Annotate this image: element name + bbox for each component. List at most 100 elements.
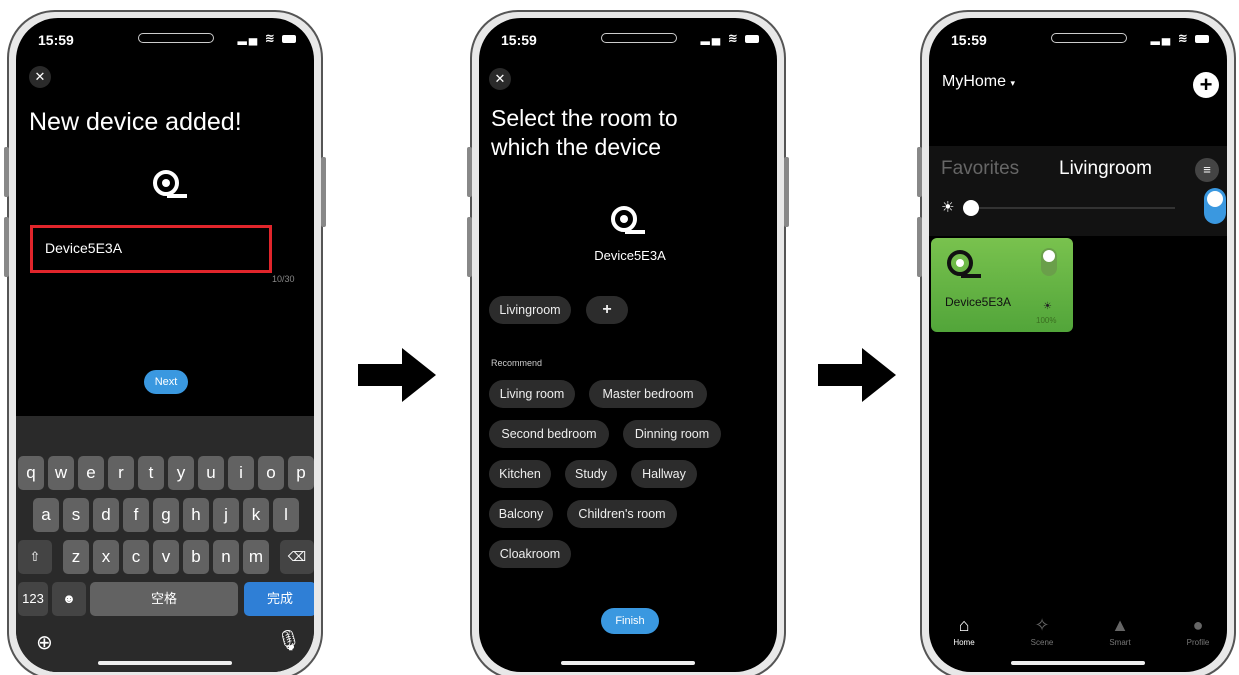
home-name: MyHome [942, 73, 1007, 90]
notch [601, 33, 677, 43]
key-d[interactable]: d [93, 498, 119, 532]
home-icon: ⌂ [958, 615, 970, 635]
scene-icon: ✧ [1034, 615, 1050, 635]
room-chip[interactable]: Kitchen [489, 460, 551, 488]
key-g[interactable]: g [153, 498, 179, 532]
globe-icon[interactable]: ⊕ [36, 630, 53, 655]
device-card[interactable]: Device5E3A ☀ 100% [931, 238, 1073, 332]
add-room-button[interactable]: + [586, 296, 628, 324]
key-q[interactable]: q [18, 456, 44, 490]
next-button[interactable]: Next [144, 370, 188, 394]
room-chip[interactable]: Balcony [489, 500, 553, 528]
room-chip[interactable]: Second bedroom [489, 420, 609, 448]
screen-home: 15:59 ▂▄ ≋ MyHome ▾ + Favorites Livingro… [929, 18, 1227, 672]
key-z[interactable]: z [63, 540, 89, 574]
key-h[interactable]: h [183, 498, 209, 532]
key-x[interactable]: x [93, 540, 119, 574]
tab-favorites[interactable]: Favorites [941, 158, 1019, 180]
side-button [321, 157, 326, 227]
done-key[interactable]: 完成 [244, 582, 314, 616]
key-v[interactable]: v [153, 540, 179, 574]
key-k[interactable]: k [243, 498, 269, 532]
room-chip[interactable]: Hallway [631, 460, 697, 488]
key-b[interactable]: b [183, 540, 209, 574]
key-s[interactable]: s [63, 498, 89, 532]
nav-scene[interactable]: ✧ Scene [1017, 614, 1067, 647]
device-reel-icon [153, 170, 189, 200]
close-icon: ✕ [494, 71, 506, 86]
key-t[interactable]: t [138, 456, 164, 490]
shift-icon: ⇧ [29, 549, 41, 564]
home-indicator [98, 661, 232, 665]
side-button [4, 147, 9, 197]
numbers-key[interactable]: 123 [18, 582, 48, 616]
key-w[interactable]: w [48, 456, 74, 490]
add-device-button[interactable]: + [1193, 72, 1219, 98]
chevron-down-icon: ▾ [1010, 78, 1015, 88]
phone-frame-2: 15:59 ▂▄ ≋ ✕ Select the room to which th… [467, 10, 789, 675]
room-chip[interactable]: Master bedroom [589, 380, 707, 408]
device-power-toggle[interactable] [1041, 248, 1057, 276]
device-name-value: Device5E3A [45, 240, 123, 256]
device-reel-icon [947, 250, 983, 280]
tab-livingroom[interactable]: Livingroom [1059, 158, 1152, 180]
char-counter: 10/30 [272, 274, 295, 284]
room-power-toggle[interactable] [1204, 188, 1226, 224]
side-button [467, 217, 472, 277]
key-o[interactable]: o [258, 456, 284, 490]
nav-home[interactable]: ⌂ Home [939, 614, 989, 647]
side-button [917, 147, 922, 197]
key-e[interactable]: e [78, 456, 104, 490]
key-l[interactable]: l [273, 498, 299, 532]
phone-frame-3: 15:59 ▂▄ ≋ MyHome ▾ + Favorites Livingro… [917, 10, 1236, 675]
status-bar: 15:59 ▂▄ ≋ [38, 29, 296, 51]
status-time: 15:59 [951, 32, 987, 48]
keyboard: q w e r t y u i o p a s d f g h j k l ⇧ … [16, 416, 314, 672]
close-button[interactable]: ✕ [489, 68, 511, 90]
key-r[interactable]: r [108, 456, 134, 490]
brightness-slider-knob[interactable] [963, 200, 979, 216]
shift-key[interactable]: ⇧ [18, 540, 52, 574]
nav-label: Scene [1030, 638, 1054, 647]
key-y[interactable]: y [168, 456, 194, 490]
brightness-slider-track[interactable] [969, 207, 1175, 209]
nav-smart[interactable]: ▲ Smart [1095, 614, 1145, 647]
key-n[interactable]: n [213, 540, 239, 574]
device-name-field[interactable]: Device5E3A [30, 225, 272, 273]
status-time: 15:59 [38, 32, 74, 48]
room-chip[interactable]: Study [565, 460, 617, 488]
nav-label: Smart [1109, 638, 1131, 647]
status-icons: ▂▄ ≋ [701, 31, 759, 45]
status-icons: ▂▄ ≋ [238, 31, 296, 45]
side-button [784, 157, 789, 227]
status-icons: ▂▄ ≋ [1151, 31, 1209, 45]
key-j[interactable]: j [213, 498, 239, 532]
microphone-icon[interactable]: 🎙︎ [276, 628, 301, 653]
key-a[interactable]: a [33, 498, 59, 532]
key-f[interactable]: f [123, 498, 149, 532]
space-key[interactable]: 空格 [90, 582, 238, 616]
nav-profile[interactable]: ● Profile [1173, 614, 1223, 647]
room-chip[interactable]: Living room [489, 380, 575, 408]
device-card-name: Device5E3A [945, 295, 1012, 309]
room-chip[interactable]: Children's room [567, 500, 677, 528]
room-chip[interactable]: Dinning room [623, 420, 721, 448]
key-m[interactable]: m [243, 540, 269, 574]
room-chip[interactable]: Cloakroom [489, 540, 571, 568]
home-indicator [1011, 661, 1145, 665]
home-selector[interactable]: MyHome ▾ [942, 73, 1015, 91]
delete-key[interactable]: ⌫ [280, 540, 314, 574]
emoji-key[interactable]: ☻ [52, 582, 86, 616]
close-button[interactable]: ✕ [29, 66, 51, 88]
side-button [917, 217, 922, 277]
emoji-icon: ☻ [62, 591, 76, 606]
key-p[interactable]: p [288, 456, 314, 490]
room-chip-selected[interactable]: Livingroom [489, 296, 571, 324]
key-i[interactable]: i [228, 456, 254, 490]
key-u[interactable]: u [198, 456, 224, 490]
page-title: Select the room to which the device [491, 105, 678, 160]
side-button [4, 217, 9, 277]
room-menu-button[interactable]: ≡ [1195, 158, 1219, 182]
key-c[interactable]: c [123, 540, 149, 574]
finish-button[interactable]: Finish [601, 608, 659, 634]
